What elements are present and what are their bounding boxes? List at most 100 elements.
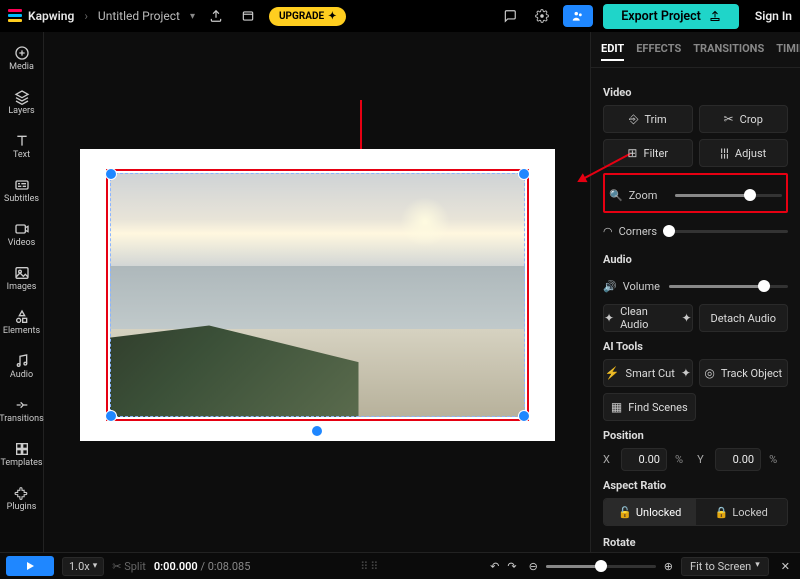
- section-audio-title: Audio: [603, 253, 788, 266]
- zoom-out-icon[interactable]: ⊖: [529, 560, 538, 573]
- sparkle-icon: ✦: [681, 366, 691, 380]
- undo-icon[interactable]: ↶: [490, 560, 499, 573]
- export-icon: [709, 10, 721, 22]
- play-icon: [24, 560, 36, 572]
- settings-icon[interactable]: [531, 5, 553, 27]
- rail-elements[interactable]: Elements: [2, 302, 42, 342]
- adjust-button[interactable]: ¦¦¦Adjust: [699, 139, 789, 167]
- share-collab-button[interactable]: [563, 5, 593, 27]
- selection-box[interactable]: [110, 173, 525, 417]
- trim-label: Trim: [644, 113, 666, 126]
- tab-effects[interactable]: EFFECTS: [636, 42, 681, 61]
- rail-layers[interactable]: Layers: [2, 82, 42, 122]
- lock-icon: 🔒: [715, 506, 729, 519]
- current-time: 0:00.000: [154, 560, 198, 573]
- transitions-icon: [14, 397, 30, 413]
- position-row: X 0.00 % Y 0.00 %: [603, 448, 788, 471]
- chevron-down-icon[interactable]: ▾: [190, 11, 195, 22]
- section-position-title: Position: [603, 429, 788, 442]
- corners-icon: ◠: [603, 225, 613, 238]
- playback-speed[interactable]: 1.0x▾: [62, 557, 104, 576]
- zoom-slider[interactable]: [675, 188, 782, 202]
- subtitles-icon: [14, 177, 30, 193]
- filter-button[interactable]: ⊞Filter: [603, 139, 693, 167]
- comments-icon[interactable]: [499, 5, 521, 27]
- split-label: Split: [124, 560, 146, 573]
- shapes-icon: [14, 309, 30, 325]
- redo-icon[interactable]: ↷: [507, 560, 516, 573]
- crop-button[interactable]: ✂Crop: [699, 105, 789, 133]
- rail-media[interactable]: Media: [2, 38, 42, 78]
- position-x-label: X: [603, 453, 613, 466]
- zoom-row: 🔍Zoom: [609, 181, 782, 209]
- fit-dropdown[interactable]: Fit to Screen▾: [681, 557, 769, 576]
- rail-label: Transitions: [0, 415, 44, 424]
- rail-plugins[interactable]: Plugins: [2, 478, 42, 518]
- position-x-input[interactable]: 0.00: [621, 448, 667, 471]
- aspect-unlocked-button[interactable]: 🔓Unlocked: [604, 499, 696, 525]
- chevron-down-icon: ▾: [93, 561, 98, 571]
- upload-icon[interactable]: [205, 5, 227, 27]
- left-rail: Media Layers Text Subtitles Videos Image…: [0, 32, 44, 552]
- zoom-icon: 🔍: [609, 189, 623, 202]
- rail-images[interactable]: Images: [2, 258, 42, 298]
- fit-label: Fit to Screen: [690, 560, 751, 573]
- rail-label: Templates: [0, 459, 42, 468]
- play-button[interactable]: [6, 556, 54, 576]
- section-rotate-title: Rotate: [603, 536, 788, 549]
- sparkle-icon: ✦: [604, 311, 614, 325]
- history-icon[interactable]: [237, 5, 259, 27]
- resize-handle-br[interactable]: [518, 410, 530, 422]
- trim-button[interactable]: ⎆Trim: [603, 105, 693, 133]
- image-icon: [14, 265, 30, 281]
- rotate-handle[interactable]: [310, 424, 324, 438]
- detach-audio-button[interactable]: Detach Audio: [699, 304, 789, 332]
- timeline-grip-icon[interactable]: ⠿⠿: [258, 560, 482, 573]
- rail-subtitles[interactable]: Subtitles: [2, 170, 42, 210]
- smart-cut-label: Smart Cut: [626, 367, 675, 380]
- aspect-locked-button[interactable]: 🔒Locked: [696, 499, 788, 525]
- tab-transitions[interactable]: TRANSITIONS: [693, 42, 764, 61]
- volume-slider[interactable]: [669, 279, 788, 293]
- corners-slider[interactable]: [669, 224, 788, 238]
- topbar: Kapwing › Untitled Project ▾ UPGRADE ✦ E…: [0, 0, 800, 32]
- bottom-bar: 1.0x▾ ✂ Split 0:00.000 / 0:08.085 ⠿⠿ ↶ ↷…: [0, 552, 800, 579]
- find-scenes-button[interactable]: ▦Find Scenes: [603, 393, 696, 421]
- upgrade-label: UPGRADE: [279, 11, 324, 22]
- zoom-in-icon[interactable]: ⊕: [664, 560, 673, 573]
- unlock-icon: 🔓: [618, 506, 632, 519]
- rail-label: Media: [9, 63, 34, 72]
- canvas[interactable]: [44, 32, 590, 552]
- aspect-seg: 🔓Unlocked 🔒Locked: [603, 498, 788, 526]
- plus-circle-icon: [14, 45, 30, 61]
- resize-handle-tr[interactable]: [518, 168, 530, 180]
- project-name[interactable]: Untitled Project: [98, 9, 180, 23]
- video-icon: [14, 221, 30, 237]
- resize-handle-bl[interactable]: [105, 410, 117, 422]
- rail-label: Text: [13, 151, 30, 160]
- clean-audio-button[interactable]: ✦Clean Audio✦: [603, 304, 693, 332]
- close-icon[interactable]: ✕: [777, 560, 794, 573]
- resize-handle-tl[interactable]: [105, 168, 117, 180]
- logo-mark-icon: [8, 9, 22, 23]
- tab-timing[interactable]: TIMING: [776, 42, 800, 61]
- crop-label: Crop: [740, 113, 763, 126]
- track-object-button[interactable]: ◎Track Object: [699, 359, 789, 387]
- rail-label: Layers: [8, 107, 34, 116]
- rail-audio[interactable]: Audio: [2, 346, 42, 386]
- rail-label: Elements: [3, 327, 40, 336]
- timeline-zoom-slider[interactable]: [546, 559, 656, 573]
- smart-cut-button[interactable]: ⚡Smart Cut✦: [603, 359, 693, 387]
- rail-text[interactable]: Text: [2, 126, 42, 166]
- corners-label: Corners: [619, 225, 657, 238]
- rail-templates[interactable]: Templates: [2, 434, 42, 474]
- rail-transitions[interactable]: Transitions: [2, 390, 42, 430]
- signin-link[interactable]: Sign In: [755, 9, 792, 23]
- upgrade-button[interactable]: UPGRADE ✦: [269, 7, 347, 26]
- tab-edit[interactable]: EDIT: [601, 42, 624, 61]
- track-label: Track Object: [721, 367, 782, 380]
- export-button[interactable]: Export Project: [603, 4, 739, 29]
- rail-videos[interactable]: Videos: [2, 214, 42, 254]
- position-y-input[interactable]: 0.00: [715, 448, 761, 471]
- app-logo[interactable]: Kapwing: [8, 9, 74, 23]
